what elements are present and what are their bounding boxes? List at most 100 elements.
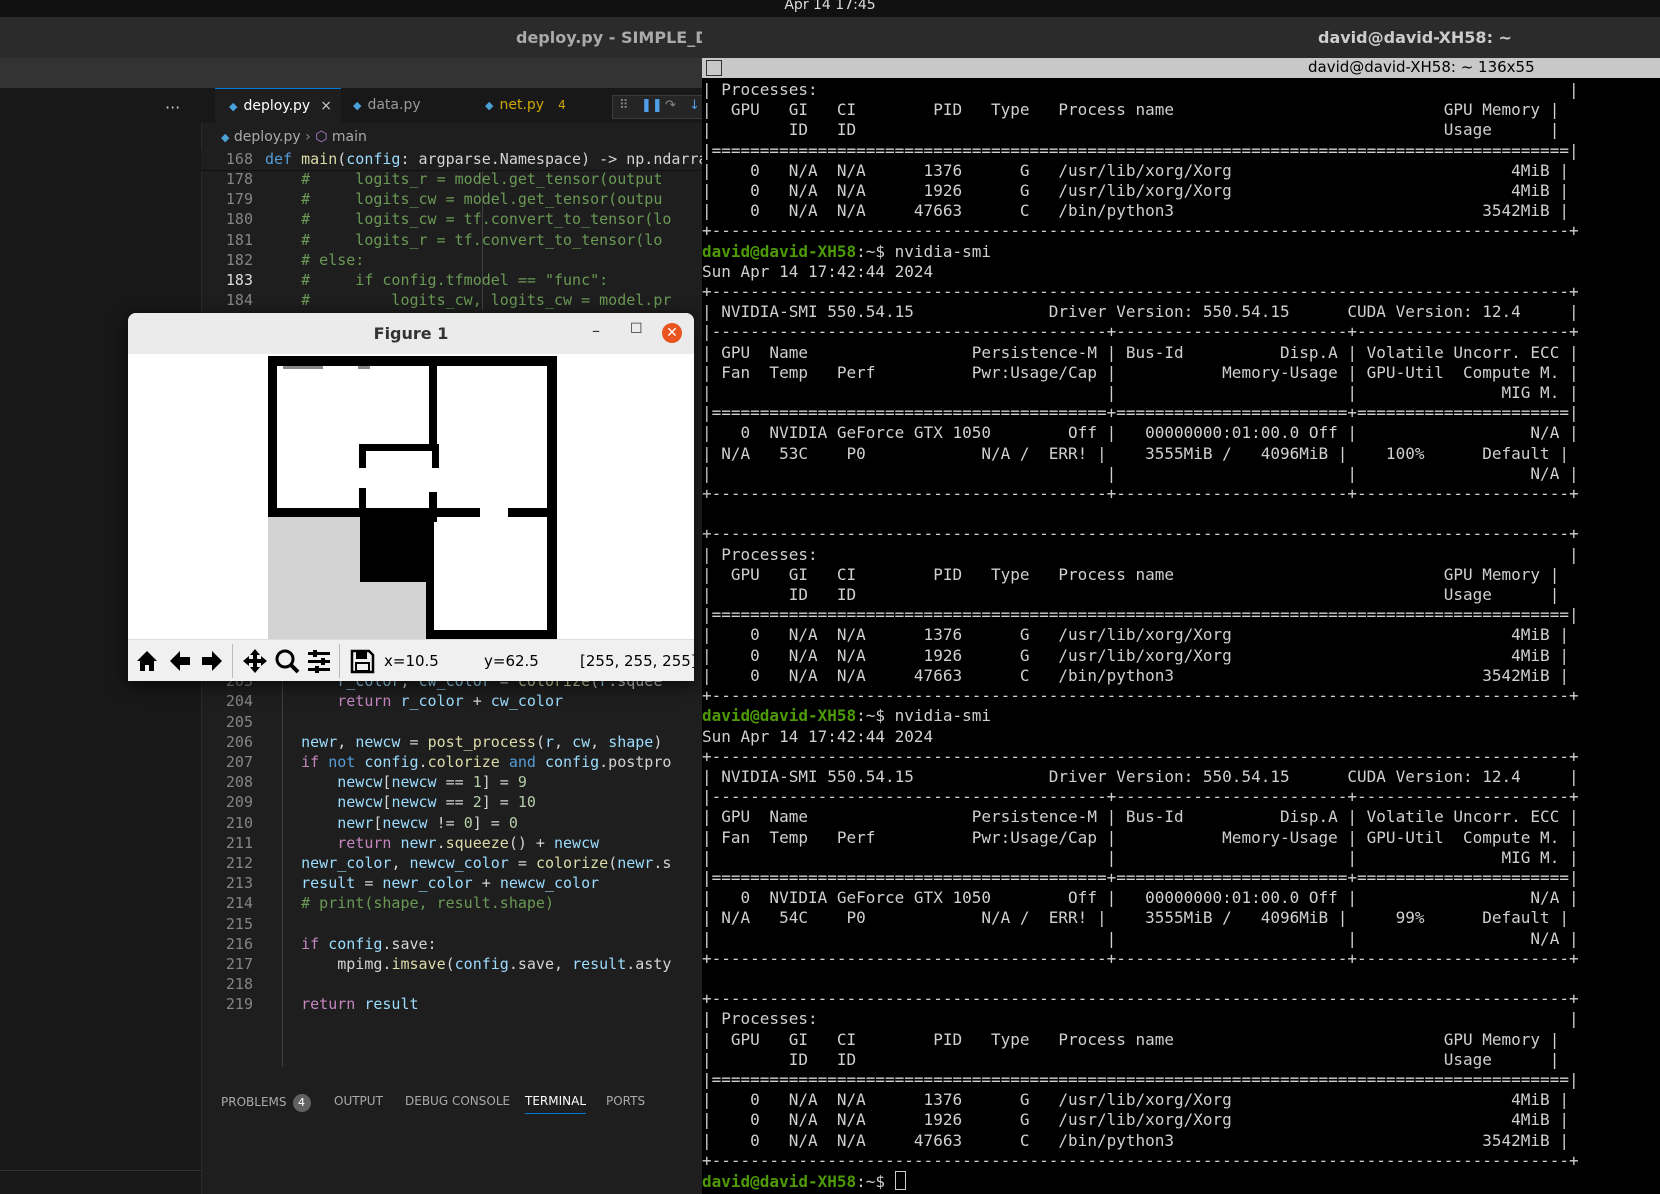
tab-net-py[interactable]: ◆ net.py 4: [471, 88, 585, 123]
code-line: # logits_cw = tf.convert_to_tensor(lo: [301, 210, 672, 229]
line-number: 168: [225, 150, 253, 168]
line-number: 209: [225, 793, 253, 812]
line-number: 183: [225, 271, 253, 289]
debug-toolbar: ⠿ ❚❚ ↷ ↓: [612, 95, 702, 119]
maximize-icon[interactable]: ☐: [630, 321, 643, 337]
pan-icon[interactable]: [241, 647, 269, 675]
minimize-icon[interactable]: –: [592, 321, 600, 340]
system-top-bar: Apr 14 17:45: [0, 0, 1660, 17]
terminal-window-title: david@david-XH58: ~: [1318, 28, 1512, 47]
pixel-value-readout: [255, 255, 255]: [580, 652, 694, 670]
tab-data-py[interactable]: ◆ data.py: [339, 88, 463, 123]
code-line: newcw[newcw == 2] = 10: [337, 793, 536, 812]
home-icon[interactable]: [133, 647, 161, 675]
step-into-icon[interactable]: ↓: [689, 98, 700, 113]
vscode-title-bar[interactable]: deploy.py - SIMPLE_DFI: [0, 17, 702, 58]
python-file-icon: ◆: [353, 99, 362, 112]
breadcrumb-file[interactable]: deploy.py: [234, 129, 301, 145]
line-number: 215: [225, 914, 253, 933]
terminal-window: david@david-XH58: ~ david@david-XH58: ~ …: [702, 17, 1660, 1194]
line-number: 178: [225, 170, 253, 188]
code-line: # logits_r = tf.convert_to_tensor(lo: [301, 230, 663, 249]
more-actions-icon[interactable]: ···: [165, 98, 180, 117]
code-line: newr[newcw != 0] = 0: [337, 813, 518, 832]
line-number: 210: [225, 813, 253, 832]
problems-badge: 4: [292, 1094, 311, 1112]
code-line: mpimg.imsave(config.save, result.asty: [265, 955, 672, 973]
line-number: 219: [225, 995, 253, 1014]
code-line: # logits_cw = model.get_tensor(outpu: [301, 190, 663, 209]
problem-count: 4: [558, 98, 566, 112]
sticky-code: def main(config: argparse.Namespace) -> …: [265, 150, 702, 168]
figure-toolbar: x=10.5 y=62.5 [255, 255, 255]: [128, 639, 694, 681]
pause-icon[interactable]: ❚❚: [641, 98, 663, 113]
tab-debug-console[interactable]: DEBUG CONSOLE: [405, 1094, 510, 1108]
clock[interactable]: Apr 14 17:45: [784, 0, 875, 13]
vscode-window-title: deploy.py - SIMPLE_DFI: [516, 28, 702, 47]
figure-window: Figure 1 – ☐ ✕ x=10.5 y=62.5 [255, 255, …: [128, 313, 694, 681]
code-line: if not config.colorize and config.postpr…: [301, 753, 672, 771]
terminal-tab-bar: david@david-XH58: ~ 136x55: [702, 58, 1660, 78]
line-number: 205: [225, 712, 253, 731]
code-line: if config.save:: [301, 934, 437, 953]
close-tab-icon[interactable]: ×: [320, 98, 332, 114]
line-number: 207: [225, 753, 253, 771]
code-line: # print(shape, result.shape): [301, 894, 554, 913]
new-tab-icon[interactable]: [706, 60, 722, 76]
line-number: 184: [225, 291, 253, 310]
code-line: # logits_r = model.get_tensor(output: [301, 170, 663, 188]
figure-canvas[interactable]: [128, 354, 694, 639]
configure-subplots-icon[interactable]: [305, 647, 333, 675]
tab-output[interactable]: OUTPUT: [334, 1094, 383, 1108]
python-file-icon: ◆: [221, 131, 230, 144]
y-coordinate-readout: y=62.5: [484, 652, 539, 670]
panel-tabs: PROBLEMS 4 OUTPUT DEBUG CONSOLE TERMINAL …: [201, 1090, 702, 1120]
terminal-size-label: david@david-XH58: ~ 136x55: [1308, 58, 1535, 76]
x-coordinate-readout: x=10.5: [384, 652, 439, 670]
terminal-title-bar[interactable]: david@david-XH58: ~: [702, 17, 1660, 58]
line-number: 216: [225, 934, 253, 953]
close-icon[interactable]: ✕: [662, 323, 682, 343]
tab-problems[interactable]: PROBLEMS 4: [221, 1094, 311, 1112]
zoom-icon[interactable]: [273, 647, 301, 675]
figure-title-bar[interactable]: Figure 1 – ☐ ✕: [128, 313, 694, 354]
python-file-icon: ◆: [485, 99, 494, 112]
back-arrow-icon[interactable]: [166, 647, 194, 675]
vscode-menu-strip: [0, 58, 702, 88]
breadcrumb-symbol[interactable]: main: [332, 129, 367, 145]
code-line: result = newr_color + newcw_color: [301, 874, 600, 893]
floorplan-image: [268, 354, 557, 639]
line-number: 180: [225, 210, 253, 229]
method-icon: ⬡: [315, 129, 328, 145]
line-number: 218: [225, 975, 253, 994]
line-number: 211: [225, 833, 253, 852]
code-line: return newr.squeeze() + newcw: [337, 833, 600, 852]
save-icon[interactable]: [348, 647, 376, 675]
tab-label: deploy.py: [243, 98, 311, 114]
tab-label: data.py: [367, 97, 421, 113]
code-line: # else:: [301, 250, 365, 269]
forward-arrow-icon[interactable]: [198, 647, 226, 675]
line-number: 212: [225, 854, 253, 872]
shell-prompt: david@david-XH58: [702, 706, 857, 726]
code-line: newr, newcw = post_process(r, cw, shape): [301, 732, 663, 751]
terminal-output[interactable]: | Processes: | | GPU GI CI PID Type Proc…: [702, 80, 1579, 1192]
python-file-icon: ◆: [229, 100, 238, 113]
shell-prompt: david@david-XH58: [702, 1171, 857, 1191]
tab-deploy-py[interactable]: ◆ deploy.py ×: [215, 88, 341, 124]
line-number: 182: [225, 250, 253, 269]
line-number: 214: [225, 894, 253, 913]
line-number: 181: [225, 230, 253, 249]
breadcrumb: ◆ deploy.py › ⬡ main: [221, 129, 367, 145]
figure-title: Figure 1: [373, 324, 449, 343]
code-line: # if config.tfmodel == "func":: [301, 271, 609, 289]
code-line: return r_color + cw_color: [337, 692, 564, 711]
line-number: 213: [225, 874, 253, 893]
step-over-icon[interactable]: ↷: [665, 98, 676, 113]
sticky-scroll-line[interactable]: 168 def main(config: argparse.Namespace)…: [201, 150, 702, 171]
tab-ports[interactable]: PORTS: [606, 1094, 645, 1108]
code-line: newr_color, newcw_color = colorize(newr.…: [301, 854, 672, 872]
tab-terminal[interactable]: TERMINAL: [525, 1094, 587, 1114]
tab-label: net.py: [499, 97, 545, 113]
drag-handle-icon[interactable]: ⠿: [619, 98, 629, 113]
